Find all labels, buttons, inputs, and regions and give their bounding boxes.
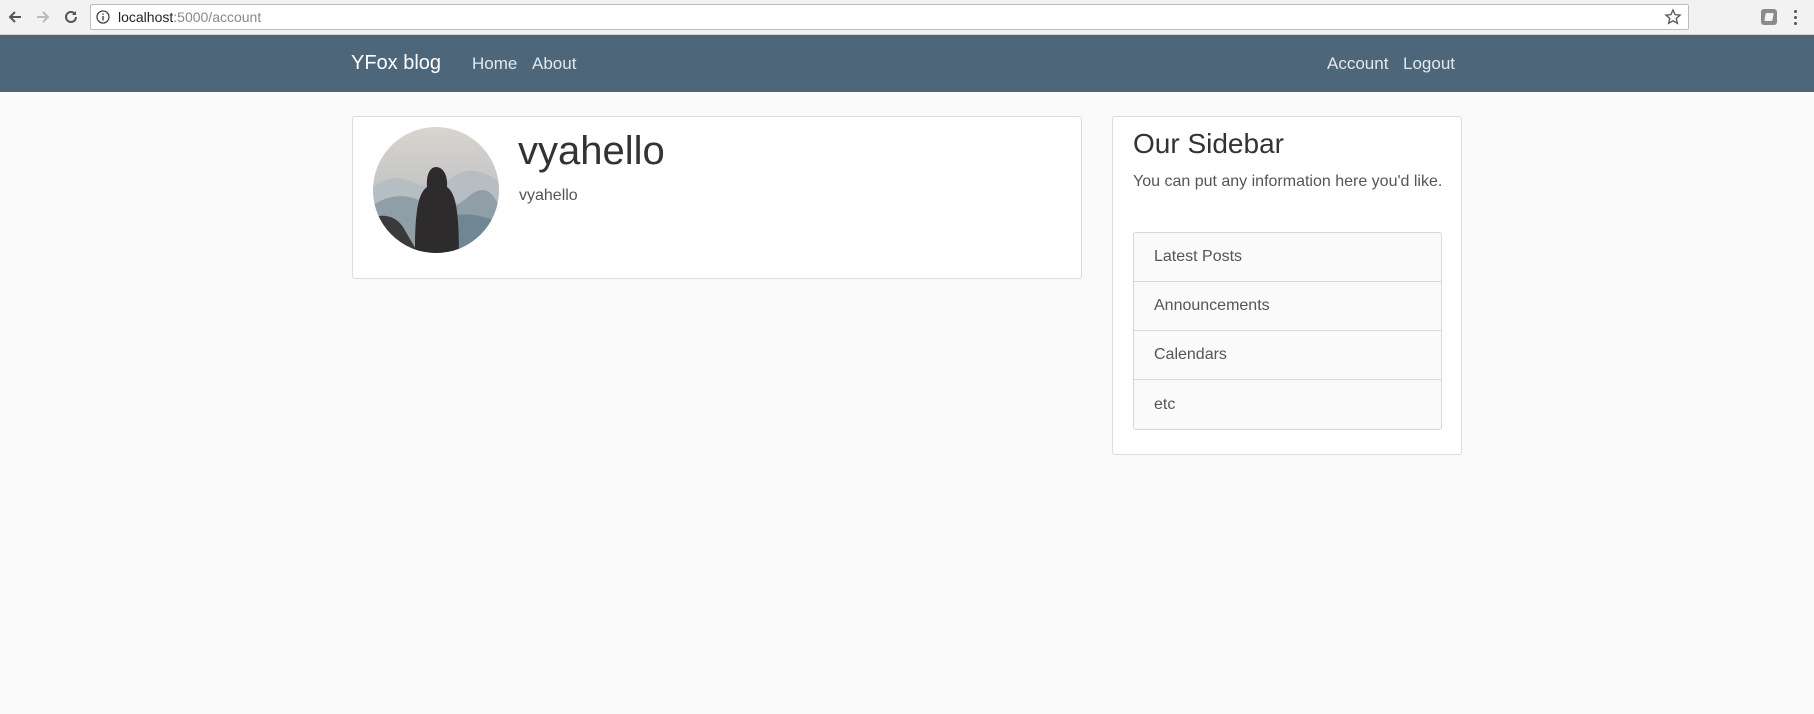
- bookmark-star-icon[interactable]: [1664, 8, 1682, 26]
- url-text: localhost:5000/account: [118, 9, 261, 25]
- sidebar-item-calendars[interactable]: Calendars: [1134, 331, 1441, 380]
- url-host: localhost: [118, 9, 174, 25]
- nav-account-link[interactable]: Account: [1327, 54, 1388, 74]
- sidebar: Our Sidebar You can put any information …: [1112, 116, 1462, 455]
- browser-toolbar: localhost:5000/account: [0, 0, 1814, 35]
- sidebar-item-latest-posts[interactable]: Latest Posts: [1134, 233, 1441, 282]
- address-bar[interactable]: localhost:5000/account: [90, 4, 1689, 30]
- back-arrow-icon[interactable]: [5, 7, 25, 27]
- profile-card: vyahello vyahello: [352, 116, 1082, 279]
- sidebar-item-etc[interactable]: etc: [1134, 380, 1441, 429]
- browser-menu-icon[interactable]: [1792, 8, 1798, 26]
- site-navbar: YFox blog Home About Account Logout: [0, 35, 1814, 92]
- url-path: :5000/account: [173, 9, 262, 25]
- nav-about-link[interactable]: About: [532, 54, 576, 74]
- sidebar-list: Latest Posts Announcements Calendars etc: [1133, 232, 1442, 430]
- nav-home-link[interactable]: Home: [472, 54, 517, 74]
- info-icon[interactable]: [96, 10, 110, 24]
- reload-icon[interactable]: [61, 7, 81, 27]
- nav-logout-link[interactable]: Logout: [1403, 54, 1455, 74]
- account-username-text: vyahello: [519, 187, 578, 204]
- sidebar-title: Our Sidebar: [1133, 128, 1284, 159]
- sidebar-description: You can put any information here you'd l…: [1133, 173, 1443, 190]
- avatar-image: [373, 127, 499, 253]
- extension-icon[interactable]: [1761, 9, 1777, 25]
- account-username-heading: vyahello: [518, 129, 665, 173]
- sidebar-item-announcements[interactable]: Announcements: [1134, 282, 1441, 331]
- forward-arrow-icon[interactable]: [33, 7, 53, 27]
- brand-link[interactable]: YFox blog: [351, 52, 441, 75]
- profile-avatar: [373, 127, 499, 253]
